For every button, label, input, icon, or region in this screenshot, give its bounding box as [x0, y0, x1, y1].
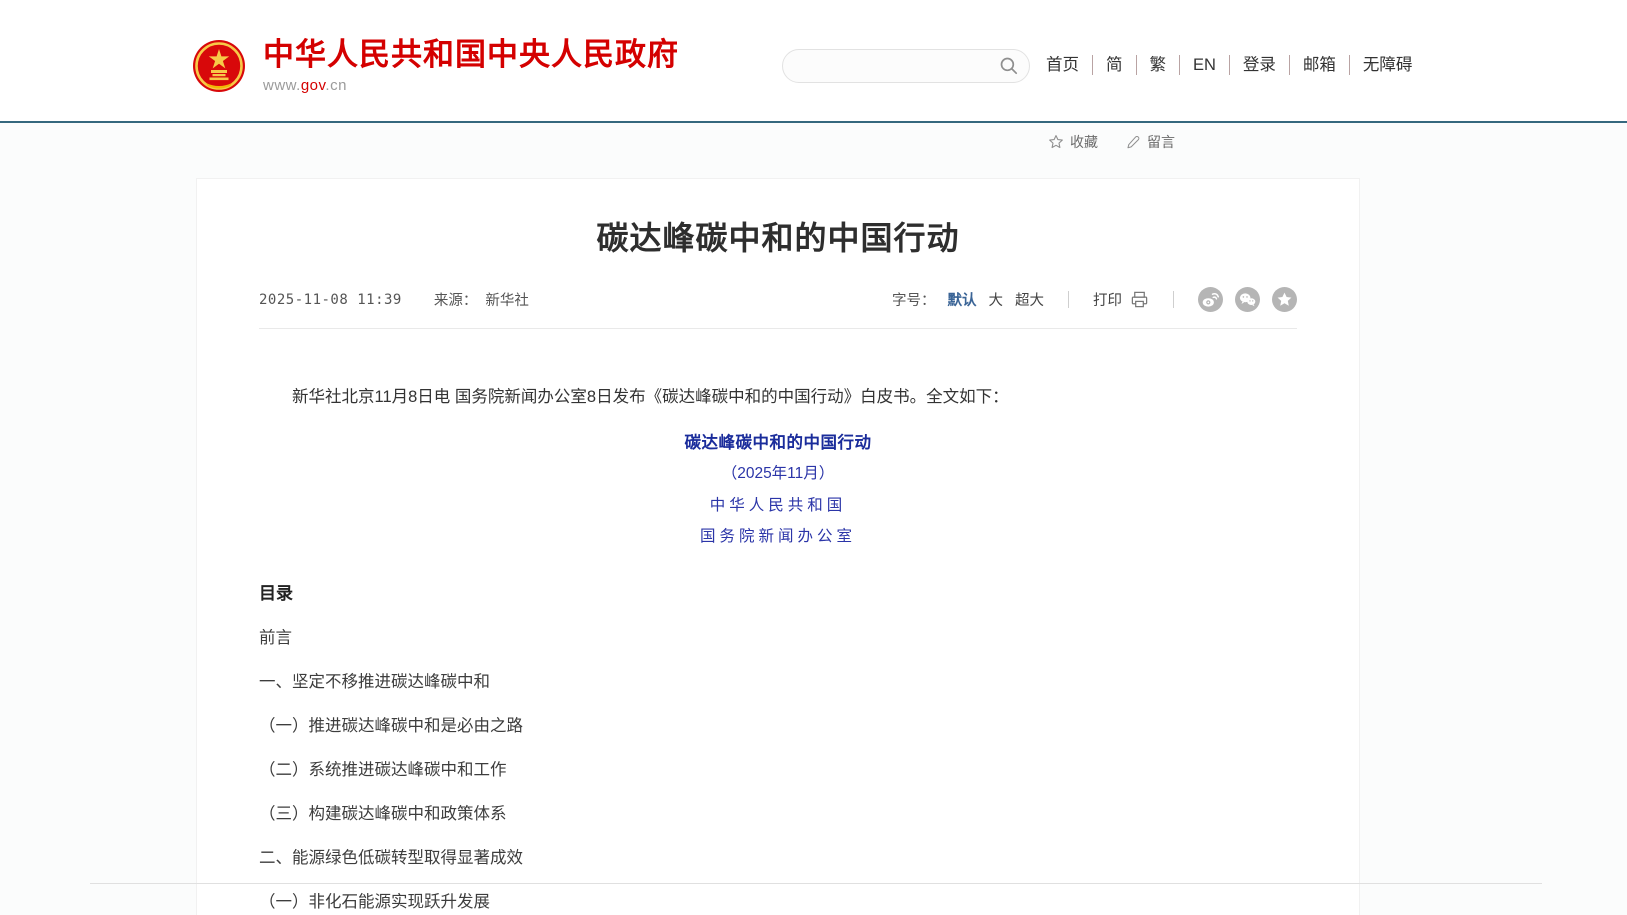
- article-date: 2025-11-08 11:39: [259, 292, 402, 308]
- site-url-gov: gov: [301, 77, 326, 94]
- doc-title: 碳达峰碳中和的中国行动: [259, 433, 1297, 453]
- toc-item: 一、坚定不移推进碳达峰碳中和: [259, 672, 1297, 692]
- article-title: 碳达峰碳中和的中国行动: [237, 219, 1319, 257]
- star-icon: [1048, 134, 1064, 150]
- toc-item: （二）系统推进碳达峰碳中和工作: [259, 760, 1297, 780]
- nav-login[interactable]: 登录: [1229, 55, 1289, 75]
- favorite-button[interactable]: 收藏: [1048, 132, 1098, 152]
- toc-heading: 目录: [259, 584, 1297, 604]
- nav-accessibility[interactable]: 无障碍: [1349, 55, 1426, 75]
- source-label: 来源：: [434, 289, 478, 310]
- font-size-xlarge[interactable]: 超大: [1015, 289, 1044, 310]
- toc-item: （三）构建碳达峰碳中和政策体系: [259, 804, 1297, 824]
- toc-item: 二、能源绿色低碳转型取得显著成效: [259, 848, 1297, 868]
- nav-traditional[interactable]: 繁: [1136, 55, 1180, 75]
- source-value: 新华社: [485, 289, 529, 310]
- article-body: 新华社北京11月8日电 国务院新闻办公室8日发布《碳达峰碳中和的中国行动》白皮书…: [259, 329, 1297, 912]
- wechat-share-icon[interactable]: [1235, 287, 1260, 312]
- meta-right: 字号： 默认 大 超大 打印: [892, 287, 1297, 312]
- comment-button[interactable]: 留言: [1126, 132, 1175, 152]
- site-header: 中华人民共和国中央人民政府 www.gov.cn 首页 简 繁 EN 登录 邮箱…: [0, 0, 1627, 121]
- toc-item: （一）推进碳达峰碳中和是必由之路: [259, 716, 1297, 736]
- top-nav: 首页 简 繁 EN 登录 邮箱 无障碍: [1042, 55, 1425, 75]
- font-size-label: 字号：: [892, 289, 936, 310]
- national-emblem-icon: [192, 39, 246, 93]
- favorite-share-icon[interactable]: [1272, 287, 1297, 312]
- print-button[interactable]: 打印: [1093, 289, 1149, 310]
- printer-icon: [1130, 290, 1149, 309]
- viewport-bottom-edge: [90, 883, 1542, 884]
- share-icons: [1198, 287, 1297, 312]
- article-meta-row: 2025-11-08 11:39 来源： 新华社 字号： 默认 大 超大 打印: [259, 287, 1297, 329]
- print-label: 打印: [1093, 289, 1122, 310]
- toc-item: 前言: [259, 628, 1297, 648]
- font-size-default[interactable]: 默认: [948, 289, 977, 310]
- nav-english[interactable]: EN: [1179, 55, 1229, 75]
- quick-actions: 收藏 留言: [1048, 132, 1175, 152]
- intro-paragraph: 新华社北京11月8日电 国务院新闻办公室8日发布《碳达峰碳中和的中国行动》白皮书…: [259, 387, 1297, 407]
- site-url: www.gov.cn: [263, 77, 679, 94]
- site-url-prefix: www.: [263, 77, 301, 94]
- pencil-icon: [1126, 135, 1141, 150]
- nav-mail[interactable]: 邮箱: [1289, 55, 1349, 75]
- toc-item: （一）非化石能源实现跃升发展: [259, 892, 1297, 912]
- nav-simplified[interactable]: 简: [1092, 55, 1136, 75]
- comment-label: 留言: [1147, 132, 1175, 152]
- nav-home[interactable]: 首页: [1042, 55, 1092, 75]
- article-card: 碳达峰碳中和的中国行动 2025-11-08 11:39 来源： 新华社 字号：…: [196, 178, 1360, 915]
- site-url-suffix: .cn: [325, 77, 347, 94]
- doc-issuer-line1: 中华人民共和国: [259, 495, 1297, 515]
- weibo-share-icon[interactable]: [1198, 287, 1223, 312]
- favorite-label: 收藏: [1070, 132, 1098, 152]
- divider: [1068, 291, 1069, 308]
- search-box[interactable]: [782, 49, 1030, 83]
- brand-text: 中华人民共和国中央人民政府 www.gov.cn: [263, 38, 679, 94]
- content-area: 收藏 留言 碳达峰碳中和的中国行动 2025-11-08 11:39 来源： 新…: [0, 123, 1627, 915]
- search-input[interactable]: [799, 57, 999, 75]
- doc-date: （2025年11月）: [259, 464, 1297, 484]
- meta-left: 2025-11-08 11:39 来源： 新华社: [259, 289, 529, 310]
- site-title: 中华人民共和国中央人民政府: [263, 38, 679, 72]
- search-icon[interactable]: [999, 56, 1019, 76]
- font-size-large[interactable]: 大: [989, 289, 1004, 310]
- divider: [1173, 291, 1174, 308]
- doc-issuer-line2: 国务院新闻办公室: [259, 526, 1297, 546]
- site-brand[interactable]: 中华人民共和国中央人民政府 www.gov.cn: [192, 38, 679, 94]
